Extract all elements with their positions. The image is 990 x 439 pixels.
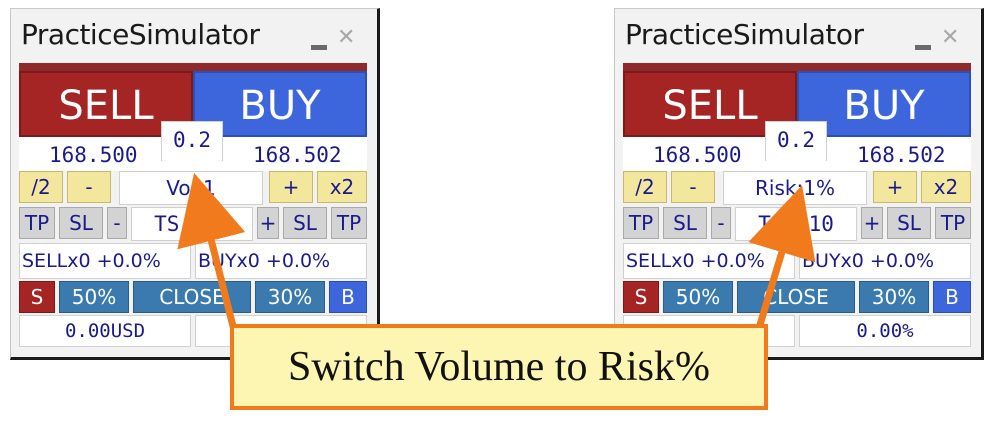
spread-value: 0.2: [161, 121, 223, 161]
buy-price: 168.502: [253, 143, 342, 167]
volume-field[interactable]: Vol:1: [119, 171, 263, 205]
ts-increase-button[interactable]: +: [861, 207, 883, 239]
ts-increase-button[interactable]: +: [257, 207, 279, 239]
close-sells-button[interactable]: S: [623, 281, 659, 313]
double-volume-button[interactable]: x2: [317, 171, 367, 203]
sell-price: 168.500: [653, 143, 742, 167]
minimize-icon[interactable]: [311, 45, 327, 50]
double-volume-button[interactable]: x2: [921, 171, 971, 203]
spread-value: 0.2: [765, 121, 827, 161]
minimize-icon[interactable]: [915, 45, 931, 50]
trailing-stop-row: TP SL - TS: 10 + SL TP: [19, 207, 367, 241]
sell-positions: SELLx0 +0.0%: [19, 243, 191, 279]
volume-row: /2 - Risk:1% + x2: [623, 171, 971, 205]
volume-row: /2 - Vol:1 + x2: [19, 171, 367, 205]
close-50-button[interactable]: 50%: [663, 281, 733, 313]
close-30-button[interactable]: 30%: [255, 281, 325, 313]
close-50-button[interactable]: 50%: [59, 281, 129, 313]
sl-right-button[interactable]: SL: [283, 207, 327, 239]
header-strip: [19, 63, 367, 71]
close-sells-button[interactable]: S: [19, 281, 55, 313]
sl-left-button[interactable]: SL: [663, 207, 707, 239]
increase-volume-button[interactable]: +: [873, 171, 917, 203]
close-all-button[interactable]: CLOSE: [133, 281, 251, 313]
sell-positions: SELLx0 +0.0%: [623, 243, 795, 279]
positions-row: SELLx0 +0.0% BUYx0 +0.0%: [623, 243, 971, 279]
ts-decrease-button[interactable]: -: [711, 207, 731, 239]
decrease-volume-button[interactable]: -: [67, 171, 111, 203]
trailing-stop-field[interactable]: TS: 10: [735, 207, 857, 241]
header-strip: [623, 63, 971, 71]
close-buys-button[interactable]: B: [329, 281, 367, 313]
sl-left-button[interactable]: SL: [59, 207, 103, 239]
callout-text: Switch Volume to Risk%: [288, 344, 710, 390]
close-icon[interactable]: ✕: [941, 27, 959, 49]
simulator-panel-volume: PracticeSimulator ✕ SELL BUY 168.500 168…: [10, 8, 380, 360]
halve-volume-button[interactable]: /2: [623, 171, 667, 203]
tp-left-button[interactable]: TP: [623, 207, 659, 239]
halve-volume-button[interactable]: /2: [19, 171, 63, 203]
close-30-button[interactable]: 30%: [859, 281, 929, 313]
window-title: PracticeSimulator: [625, 18, 864, 51]
tp-right-button[interactable]: TP: [935, 207, 971, 239]
title-bar[interactable]: PracticeSimulator ✕: [615, 9, 981, 61]
close-row: S 50% CLOSE 30% B: [623, 281, 971, 313]
increase-volume-button[interactable]: +: [269, 171, 313, 203]
ts-decrease-button[interactable]: -: [107, 207, 127, 239]
close-buys-button[interactable]: B: [933, 281, 971, 313]
buy-price: 168.502: [857, 143, 946, 167]
tp-right-button[interactable]: TP: [331, 207, 367, 239]
close-all-button[interactable]: CLOSE: [737, 281, 855, 313]
buy-positions: BUYx0 +0.0%: [799, 243, 971, 279]
window-title: PracticeSimulator: [21, 18, 260, 51]
title-bar[interactable]: PracticeSimulator ✕: [11, 9, 377, 61]
risk-field[interactable]: Risk:1%: [723, 171, 867, 205]
close-row: S 50% CLOSE 30% B: [19, 281, 367, 313]
profit-percent: 0.00%: [799, 315, 971, 347]
tp-left-button[interactable]: TP: [19, 207, 55, 239]
buy-positions: BUYx0 +0.0%: [195, 243, 367, 279]
profit-value: 0.00USD: [19, 315, 191, 347]
sell-price: 168.500: [49, 143, 138, 167]
trailing-stop-row: TP SL - TS: 10 + SL TP: [623, 207, 971, 241]
simulator-panel-risk: PracticeSimulator ✕ SELL BUY 168.500 168…: [614, 8, 984, 360]
sl-right-button[interactable]: SL: [887, 207, 931, 239]
decrease-volume-button[interactable]: -: [671, 171, 715, 203]
trailing-stop-field[interactable]: TS: 10: [131, 207, 253, 241]
close-icon[interactable]: ✕: [337, 27, 355, 49]
positions-row: SELLx0 +0.0% BUYx0 +0.0%: [19, 243, 367, 279]
callout-box: Switch Volume to Risk%: [230, 324, 768, 410]
